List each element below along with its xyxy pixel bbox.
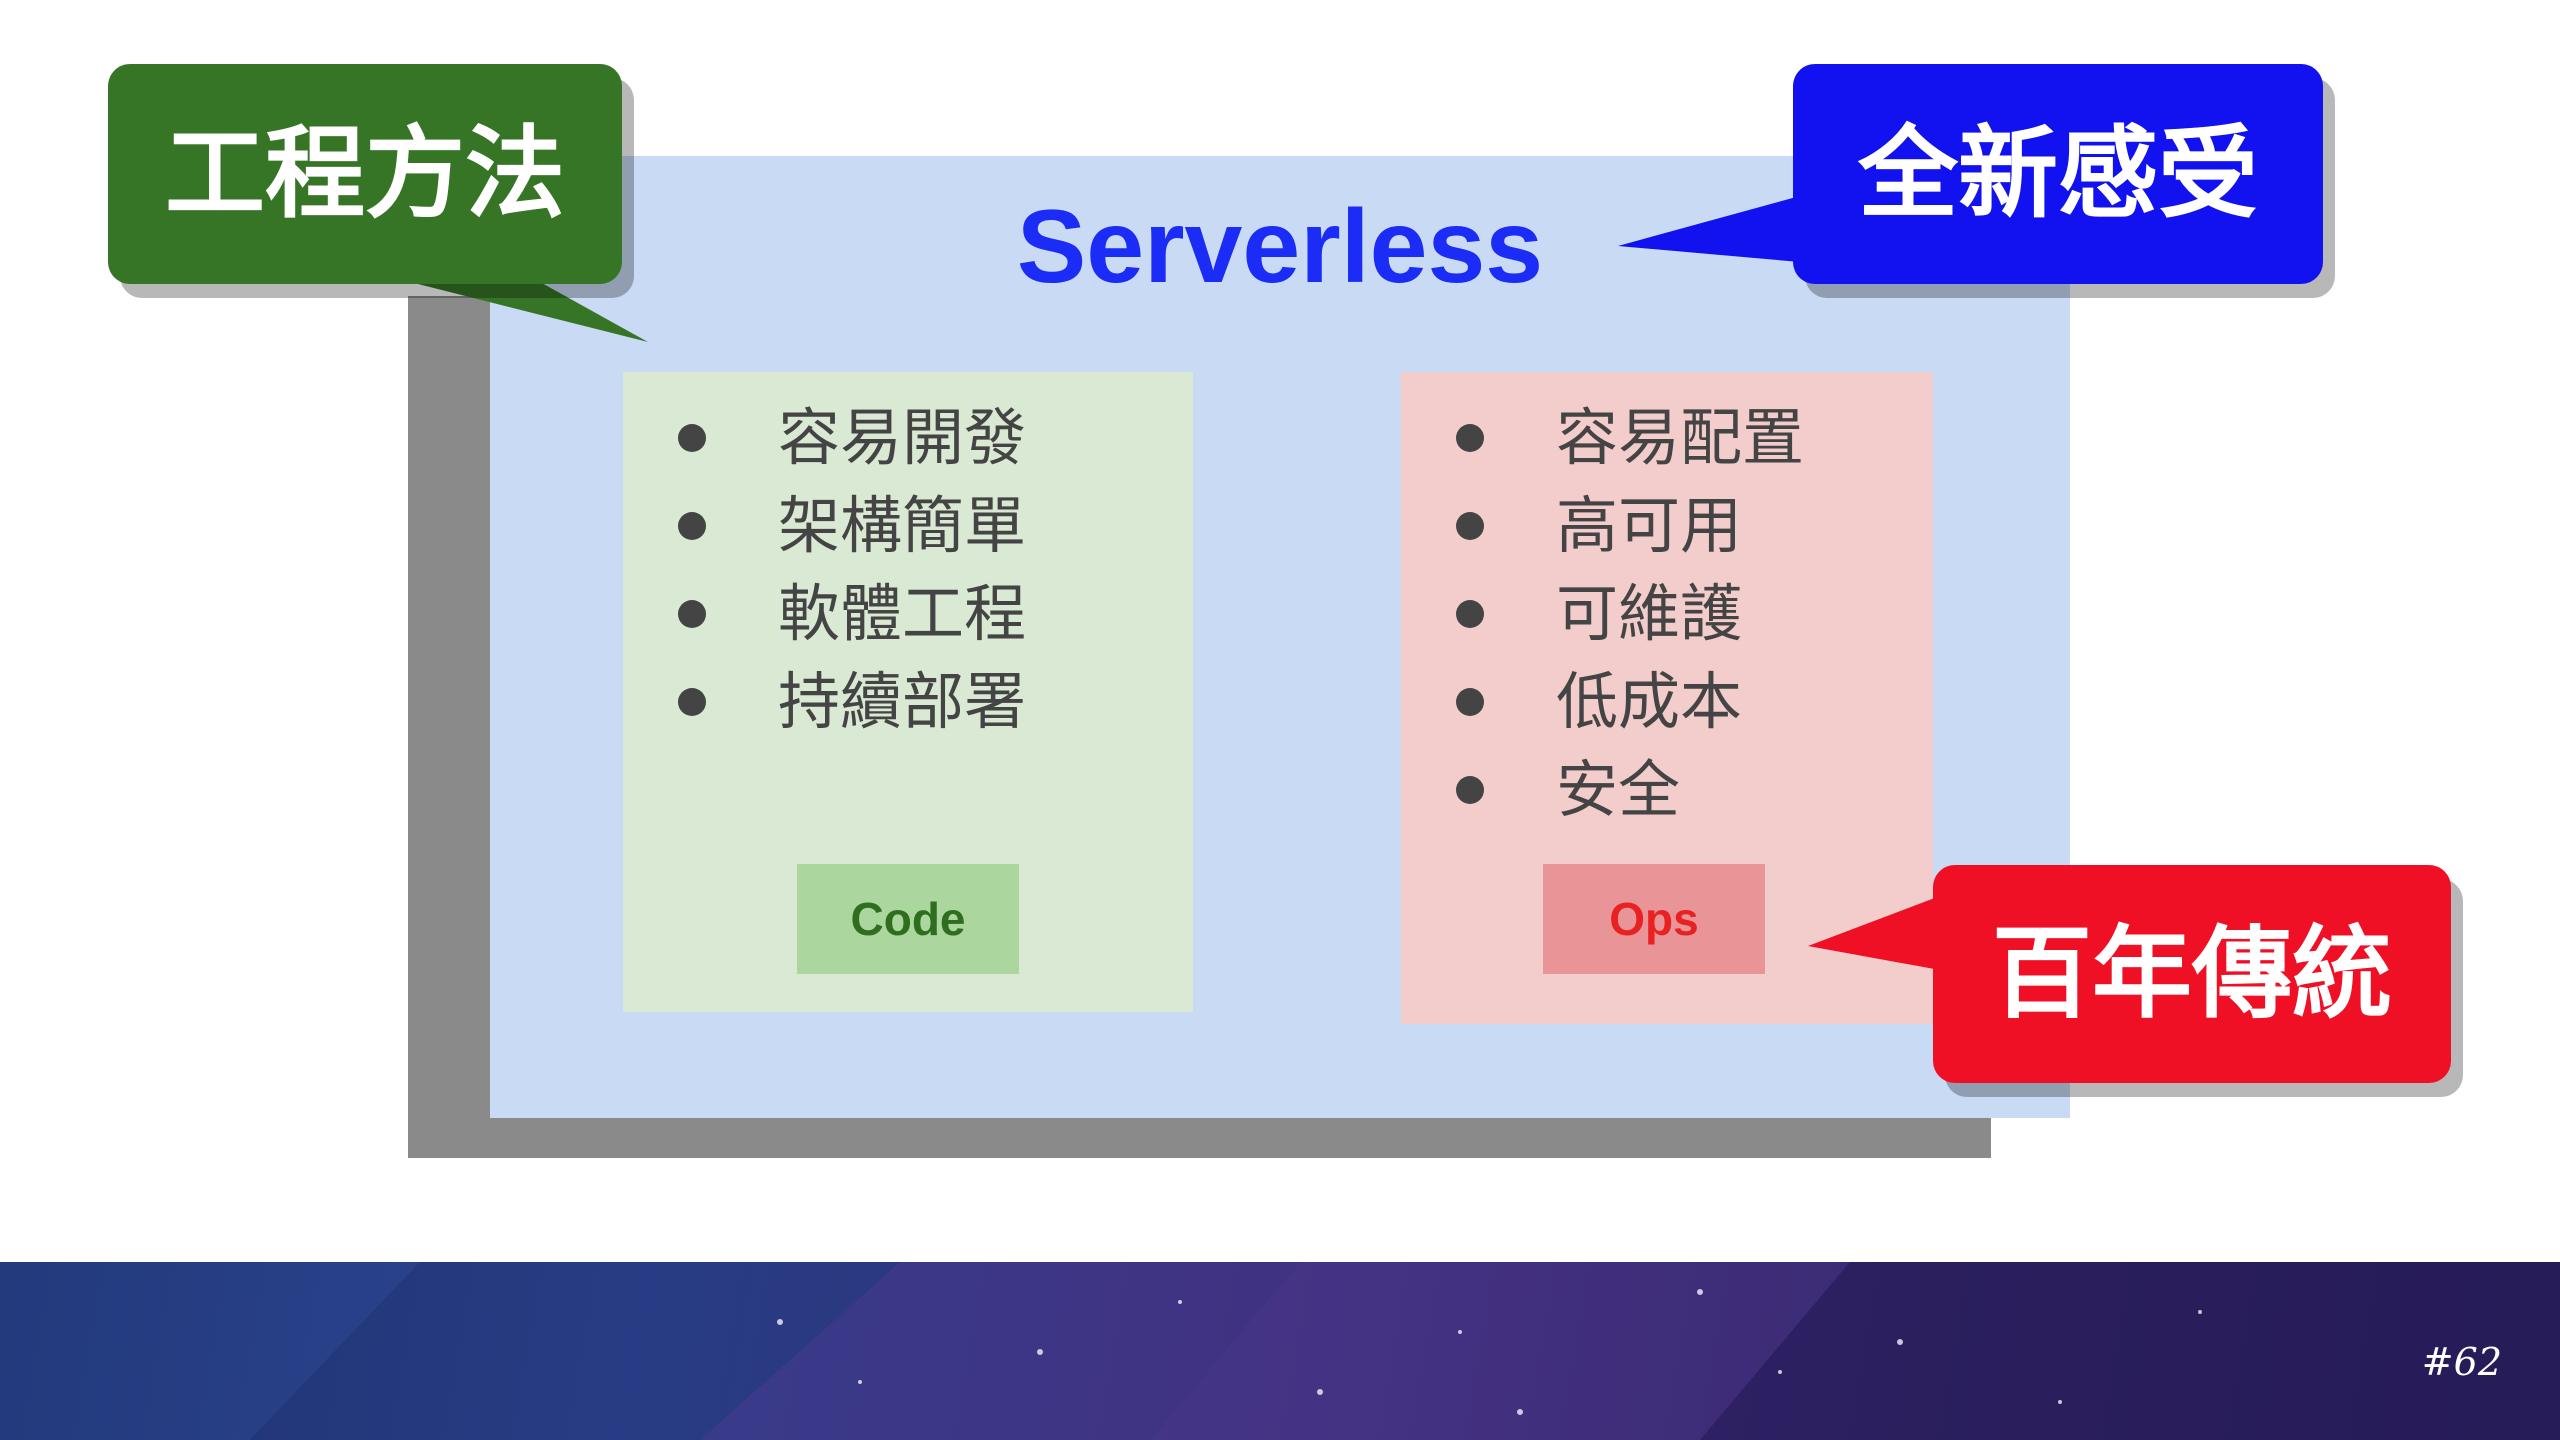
footer-decoration	[0, 1262, 2560, 1440]
star	[1897, 1339, 1903, 1345]
star	[1458, 1330, 1462, 1334]
tradition-callout: 百年傳統	[1933, 865, 2451, 1083]
star	[858, 1380, 862, 1384]
star	[1037, 1349, 1043, 1355]
star	[777, 1319, 783, 1325]
star	[1517, 1409, 1523, 1415]
slide-number: #62	[2421, 1340, 2502, 1384]
star	[1778, 1370, 1782, 1374]
slide: Serverless 容易開發 架構簡單 軟體工程 持續部署 Code 容易配置…	[0, 0, 2560, 1440]
novelty-callout: 全新感受	[1793, 64, 2323, 284]
star	[1317, 1389, 1323, 1395]
star	[2058, 1400, 2062, 1404]
blue-callout-pointer	[1618, 196, 1800, 262]
engineering-callout: 工程方法	[108, 64, 622, 284]
star	[1178, 1300, 1182, 1304]
footer-banner: #62	[0, 1262, 2560, 1440]
star	[1697, 1289, 1703, 1295]
star	[2198, 1310, 2202, 1314]
red-callout-pointer	[1808, 896, 1940, 970]
green-callout-pointer	[410, 282, 648, 342]
